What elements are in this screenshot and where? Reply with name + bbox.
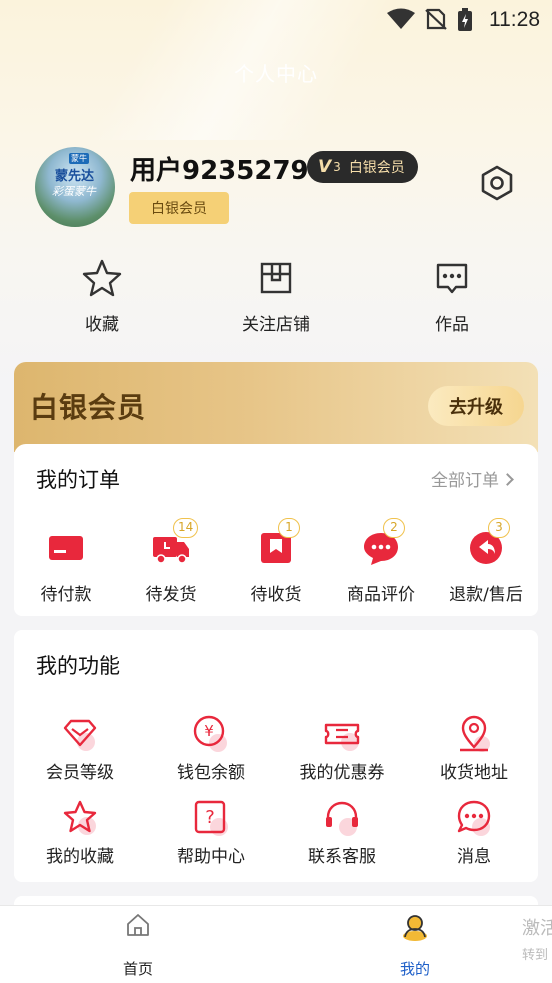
- func-help[interactable]: ? 帮助中心: [151, 798, 271, 867]
- func-messages[interactable]: 消息: [414, 798, 534, 867]
- message-icon: [457, 800, 491, 836]
- level-letter: V: [318, 157, 332, 177]
- svg-text:?: ?: [205, 807, 215, 828]
- func-address[interactable]: 收货地址: [414, 714, 534, 783]
- order-pending-payment-label: 待付款: [40, 585, 92, 605]
- order-pending-payment[interactable]: 待付款: [14, 528, 118, 605]
- help-icon: ?: [194, 800, 228, 836]
- quick-favorites-label: 收藏: [85, 315, 119, 335]
- func-messages-label: 消息: [457, 847, 491, 867]
- quick-works[interactable]: 作品: [392, 258, 512, 335]
- page-title: 个人中心: [234, 62, 318, 86]
- order-refund[interactable]: 3 退款/售后: [434, 518, 538, 605]
- activation-notice[interactable]: 激活 转到: [522, 914, 552, 963]
- star-icon: [63, 800, 97, 835]
- level-number: 3: [333, 160, 341, 174]
- order-pending-receipt-label: 待收货: [250, 585, 302, 605]
- headset-icon: [326, 801, 358, 836]
- user-icon: [403, 915, 427, 941]
- order-pending-shipment-label: 待发货: [145, 585, 197, 605]
- location-icon: [460, 715, 490, 752]
- order-review[interactable]: 2 商品评价: [329, 518, 433, 605]
- vip-card[interactable]: 白银会员 去升级: [14, 362, 538, 452]
- tab-mine[interactable]: 我的: [365, 912, 465, 979]
- avatar-text-1: 蒙先达: [55, 169, 95, 184]
- func-favorites[interactable]: 我的收藏: [20, 798, 140, 867]
- quick-followed-stores-label: 关注店铺: [242, 315, 310, 335]
- func-customer-service[interactable]: 联系客服: [282, 798, 402, 867]
- func-help-label: 帮助中心: [177, 847, 245, 867]
- username: 用户92352798: [130, 156, 327, 186]
- quick-followed-stores[interactable]: 关注店铺: [216, 258, 336, 335]
- badge-refund: 3: [488, 518, 510, 538]
- settings-icon[interactable]: [478, 164, 516, 202]
- store-icon: [260, 262, 292, 294]
- func-member-level-label: 会员等级: [46, 763, 114, 783]
- badge-pending-shipment: 14: [173, 518, 199, 538]
- battery-charging-icon: [458, 8, 472, 31]
- func-member-level[interactable]: 会员等级: [20, 714, 140, 783]
- diamond-icon: [63, 719, 97, 751]
- func-coupons[interactable]: 我的优惠券: [282, 714, 402, 783]
- order-review-label: 商品评价: [347, 585, 415, 605]
- badge-pending-receipt: 1: [278, 518, 300, 538]
- quick-works-label: 作品: [435, 315, 469, 335]
- tab-home-label: 首页: [122, 960, 153, 978]
- order-refund-label: 退款/售后: [449, 585, 523, 605]
- upgrade-button[interactable]: 去升级: [428, 386, 524, 426]
- activation-line-1: 激活: [522, 918, 552, 939]
- coupon-icon: [324, 723, 360, 751]
- level-badge[interactable]: V 3 白银会员: [307, 151, 418, 183]
- bottom-tab-bar: 首页 我的 激活 转到: [0, 905, 552, 983]
- chevron-right-icon: [501, 473, 514, 486]
- func-wallet-label: 钱包余额: [177, 763, 245, 783]
- tab-mine-label: 我的: [399, 960, 430, 978]
- tab-home[interactable]: 首页: [88, 912, 188, 979]
- chat-dots-icon: [436, 263, 468, 294]
- avatar-text-2: 彩蛋蒙牛: [52, 185, 96, 198]
- wifi-icon: [387, 8, 415, 29]
- order-pending-receipt[interactable]: 1 待收货: [224, 518, 328, 605]
- activation-line-2: 转到: [522, 948, 549, 963]
- no-sim-icon: [425, 8, 447, 30]
- star-icon: [82, 259, 122, 297]
- func-wallet[interactable]: ¥ 钱包余额: [151, 714, 271, 783]
- vip-title: 白银会员: [30, 391, 147, 424]
- card-icon: [49, 536, 83, 560]
- home-icon: [127, 914, 149, 936]
- func-favorites-label: 我的收藏: [46, 847, 114, 867]
- all-orders-link[interactable]: 全部订单: [431, 466, 514, 491]
- status-time: 11:28: [489, 8, 540, 31]
- orders-title: 我的订单: [36, 468, 120, 492]
- svg-text:¥: ¥: [204, 722, 214, 740]
- avatar-brand-tag: 蒙牛: [69, 153, 89, 164]
- member-tag[interactable]: 白银会员: [129, 192, 229, 224]
- avatar[interactable]: 蒙牛 蒙先达 彩蛋蒙牛: [35, 147, 115, 227]
- badge-review: 2: [383, 518, 405, 538]
- status-bar: 11:28: [0, 0, 552, 38]
- functions-card: 我的功能 会员等级 ¥ 钱包余额 我的优惠券 收货地址 我的收藏 ? 帮助中心 …: [14, 630, 538, 882]
- func-customer-service-label: 联系客服: [308, 847, 376, 867]
- quick-favorites[interactable]: 收藏: [42, 258, 162, 335]
- orders-card: 我的订单 全部订单 待付款 14 待发货 1 待收货 2 商品评价 3 退款/售…: [14, 444, 538, 616]
- functions-title: 我的功能: [36, 654, 120, 678]
- func-address-label: 收货地址: [440, 763, 508, 783]
- all-orders-label: 全部订单: [431, 471, 499, 491]
- wallet-icon: ¥: [193, 715, 227, 752]
- order-pending-shipment[interactable]: 14 待发货: [119, 518, 223, 605]
- level-name: 白银会员: [348, 160, 405, 176]
- func-coupons-label: 我的优惠券: [299, 763, 385, 783]
